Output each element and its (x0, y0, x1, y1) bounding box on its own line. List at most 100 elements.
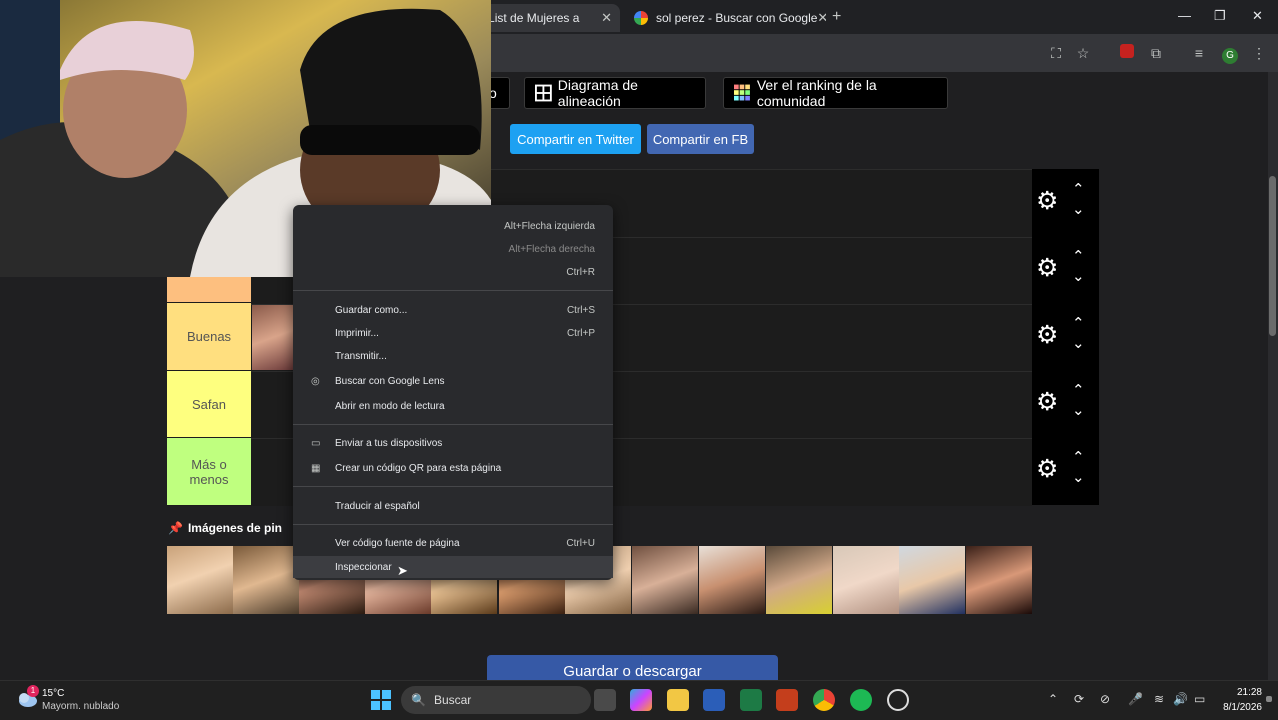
media-controls-icon[interactable]: ≡ (1190, 44, 1208, 62)
weather-badge: 1 (27, 685, 39, 697)
menu-item-send-to-devices[interactable]: ▭ Enviar a tus dispositivos (293, 432, 613, 454)
clock-time[interactable]: 21:28 (1228, 687, 1262, 698)
wifi-icon[interactable]: ≋ (1154, 692, 1164, 706)
extensions-puzzle-icon[interactable]: ⧉ (1147, 44, 1165, 62)
tier-label-buenas[interactable]: Buenas (167, 303, 251, 370)
clock-date[interactable]: 8/1/2026 (1218, 702, 1262, 713)
menu-item-reading-mode[interactable]: Abrir en modo de lectura (293, 395, 613, 417)
app-icon[interactable] (887, 689, 909, 711)
community-ranking-button[interactable]: Ver el ranking de la comunidad (723, 77, 948, 109)
spotify-icon[interactable] (850, 689, 872, 711)
pin-image[interactable] (766, 546, 832, 614)
share-facebook-button[interactable]: Compartir en FB (647, 124, 754, 154)
settings-gear-icon[interactable]: ⚙ (1036, 320, 1058, 350)
scrollbar-thumb[interactable] (1269, 176, 1276, 336)
battery-icon[interactable]: ▭ (1194, 692, 1205, 706)
show-desktop-button[interactable] (1266, 696, 1272, 702)
windows-start-icon[interactable] (370, 689, 392, 711)
chevron-down-icon[interactable]: ⌄ (1072, 334, 1085, 352)
chrome-icon[interactable] (813, 689, 835, 711)
pin-image[interactable] (167, 546, 233, 614)
tab-close-icon[interactable]: ✕ (601, 10, 612, 26)
tab-google-search[interactable]: sol perez - Buscar con Google ✕ (626, 4, 826, 32)
settings-gear-icon[interactable]: ⚙ (1036, 454, 1058, 484)
lens-icon: ◎ (311, 376, 320, 387)
powerpoint-icon[interactable] (776, 689, 798, 711)
weather-temp[interactable]: 15°C (42, 688, 64, 699)
pin-image[interactable] (699, 546, 765, 614)
chevron-down-icon[interactable]: ⌄ (1072, 401, 1085, 419)
chevron-down-icon[interactable]: ⌄ (1072, 267, 1085, 285)
chevron-down-icon[interactable]: ⌄ (1072, 468, 1085, 486)
chevron-up-icon[interactable]: ⌃ (1072, 448, 1085, 466)
menu-item-save-as[interactable]: Guardar como... Ctrl+S (293, 299, 613, 321)
devices-icon: ▭ (311, 438, 321, 449)
menu-item-google-lens[interactable]: ◎ Buscar con Google Lens (293, 370, 613, 392)
pin-image[interactable] (632, 546, 698, 614)
microphone-icon[interactable]: 🎤 (1128, 692, 1143, 706)
menu-item-reload[interactable]: Ctrl+R (293, 261, 613, 283)
search-icon: 🔍 (411, 693, 426, 707)
new-tab-button[interactable]: + (832, 8, 841, 26)
menu-item-print[interactable]: Imprimir... Ctrl+P (293, 322, 613, 344)
menu-separator (293, 424, 613, 425)
tier-label[interactable] (167, 277, 251, 302)
pin-image[interactable] (899, 546, 965, 614)
close-window-button[interactable]: ✕ (1252, 8, 1263, 24)
weather-desc[interactable]: Mayorm. nublado (42, 701, 119, 712)
menu-item-qr-code[interactable]: ▦ Crear un código QR para esta página (293, 457, 613, 479)
tier-item-photo[interactable] (252, 305, 294, 370)
tab-close-icon[interactable]: ✕ (817, 10, 826, 26)
menu-item-inspect[interactable]: Inspeccionar (293, 556, 613, 578)
network-icon[interactable]: ⊘ (1100, 692, 1110, 706)
tab-title: sol perez - Buscar con Google (656, 11, 818, 25)
copilot-icon[interactable] (630, 689, 652, 711)
settings-gear-icon[interactable]: ⚙ (1036, 186, 1058, 216)
alignment-chart-button[interactable]: Diagrama de alineación (524, 77, 706, 109)
google-favicon-icon (634, 11, 648, 25)
profile-avatar[interactable]: G (1221, 44, 1239, 64)
tier-controls-row: ⚙ ⌃ ⌄ (1032, 248, 1099, 293)
word-icon[interactable] (703, 689, 725, 711)
maximize-button[interactable]: ❐ (1214, 8, 1226, 24)
settings-gear-icon[interactable]: ⚙ (1036, 387, 1058, 417)
scrollbar-track[interactable] (1268, 72, 1278, 680)
bookmark-star-icon[interactable]: ☆ (1074, 44, 1092, 62)
volume-icon[interactable]: 🔊 (1173, 692, 1188, 706)
file-explorer-icon[interactable] (667, 689, 689, 711)
chrome-menu-icon[interactable]: ⋮ (1250, 44, 1268, 62)
menu-separator (293, 524, 613, 525)
menu-item-translate[interactable]: Traducir al español (293, 495, 613, 517)
mouse-cursor-icon: ➤ (397, 563, 408, 578)
chevron-up-icon[interactable]: ⌃ (1072, 314, 1085, 332)
pin-images-heading: 📌 Imágenes de pin (168, 521, 282, 535)
tier-label-safan[interactable]: Safan (167, 371, 251, 437)
pin-image[interactable] (833, 546, 899, 614)
tray-overflow-icon[interactable]: ⌃ (1048, 692, 1058, 706)
tier-controls-row: ⚙ ⌃ ⌄ (1032, 181, 1099, 226)
context-menu: Alt+Flecha izquierda Alt+Flecha derecha … (293, 205, 613, 580)
chevron-down-icon[interactable]: ⌄ (1072, 200, 1085, 218)
pin-icon: 📌 (168, 521, 183, 535)
chevron-up-icon[interactable]: ⌃ (1072, 381, 1085, 399)
minimize-button[interactable]: — (1178, 8, 1191, 23)
chevron-up-icon[interactable]: ⌃ (1072, 247, 1085, 265)
menu-item-view-source[interactable]: Ver código fuente de página Ctrl+U (293, 532, 613, 554)
taskbar-search[interactable]: 🔍 Buscar (401, 686, 591, 714)
pin-image[interactable] (233, 546, 299, 614)
qr-icon: ▦ (311, 463, 321, 474)
sync-icon[interactable]: ⟳ (1074, 692, 1084, 706)
tier-label-mas-o-menos[interactable]: Más o menos (167, 438, 251, 505)
excel-icon[interactable] (740, 689, 762, 711)
pin-image[interactable] (966, 546, 1032, 614)
menu-item-cast[interactable]: Transmitir... (293, 345, 613, 367)
tier-controls-row: ⚙ ⌃ ⌄ (1032, 449, 1099, 494)
settings-gear-icon[interactable]: ⚙ (1036, 253, 1058, 283)
share-twitter-button[interactable]: Compartir en Twitter (510, 124, 641, 154)
chevron-up-icon[interactable]: ⌃ (1072, 180, 1085, 198)
extension-calendar-icon[interactable] (1118, 44, 1136, 62)
menu-separator (293, 290, 613, 291)
translate-icon[interactable]: ⛶ (1047, 44, 1065, 62)
menu-item-back[interactable]: Alt+Flecha izquierda (293, 215, 613, 237)
task-view-icon[interactable] (594, 689, 616, 711)
